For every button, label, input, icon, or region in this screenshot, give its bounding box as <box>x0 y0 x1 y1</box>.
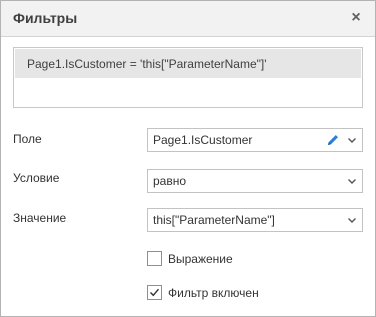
condition-select[interactable]: равно <box>147 169 363 193</box>
close-icon[interactable]: × <box>346 8 366 28</box>
condition-select-value: равно <box>153 174 187 188</box>
value-select-value: this["ParameterName"] <box>153 213 275 227</box>
filter-list: Page1.IsCustomer = 'this["ParameterName"… <box>13 47 363 108</box>
checkmark-icon <box>150 288 160 297</box>
dialog-title: Фильтры <box>13 10 78 26</box>
field-select-value: Page1.IsCustomer <box>153 133 253 147</box>
chevron-down-icon[interactable] <box>346 175 358 187</box>
filter-enabled-checkbox[interactable] <box>147 285 162 300</box>
condition-label: Условие <box>13 171 60 185</box>
expression-label: Выражение <box>168 252 233 266</box>
filter-expression: Page1.IsCustomer = 'this["ParameterName"… <box>27 57 267 71</box>
dialog-titlebar: Фильтры × <box>1 1 375 37</box>
chevron-down-icon[interactable] <box>346 214 358 226</box>
filters-dialog: Фильтры × Page1.IsCustomer = 'this["Para… <box>0 0 376 317</box>
filter-enabled-label: Фильтр включен <box>168 286 259 300</box>
pencil-icon[interactable] <box>326 133 340 147</box>
chevron-down-icon[interactable] <box>346 134 358 146</box>
value-select[interactable]: this["ParameterName"] <box>147 208 363 232</box>
value-label: Значение <box>13 211 67 225</box>
field-select[interactable]: Page1.IsCustomer <box>147 128 363 152</box>
expression-checkbox[interactable] <box>147 251 162 266</box>
field-label: Поле <box>13 132 42 146</box>
filter-list-item[interactable]: Page1.IsCustomer = 'this["ParameterName"… <box>15 49 361 78</box>
